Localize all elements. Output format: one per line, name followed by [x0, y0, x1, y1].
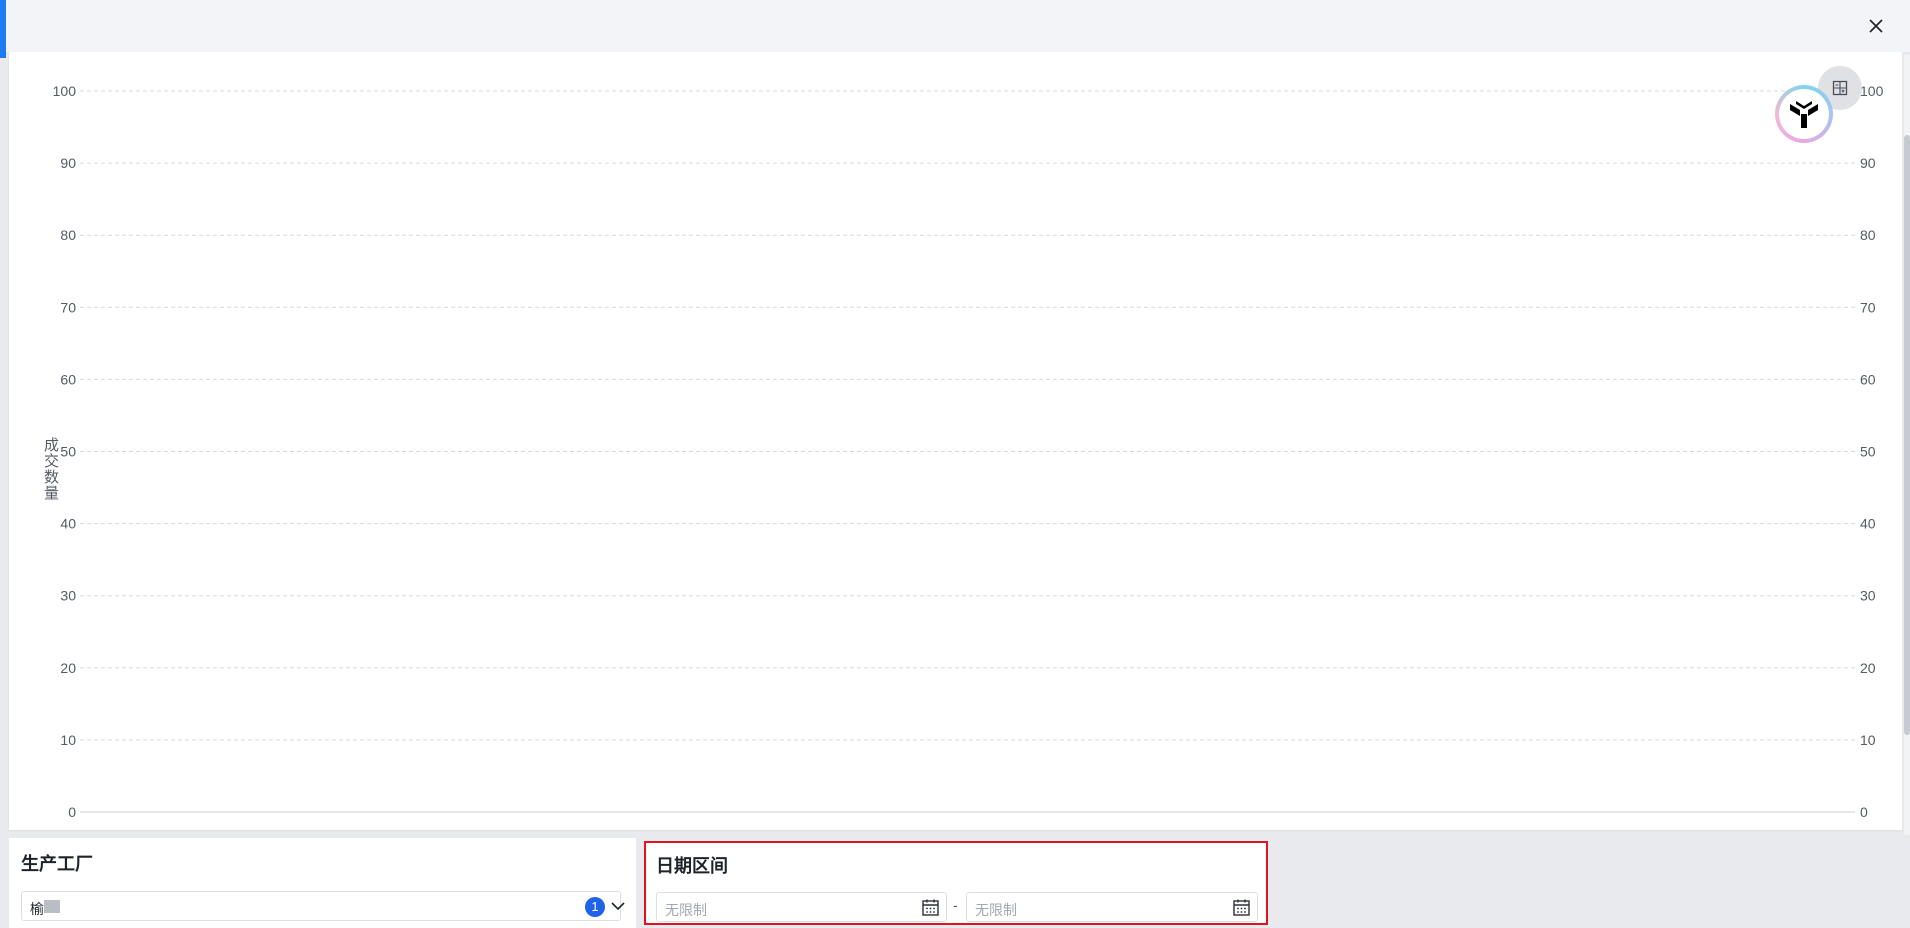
factory-filter: 生产工厂 榆 1 [9, 838, 636, 928]
assistant-button[interactable] [1775, 85, 1833, 143]
chart: 0 0 10 10 20 20 30 30 40 40 50 50 60 60 70 70 80 80 90 90 10… [53, 83, 1884, 820]
y2-tick-label: 30 [1860, 588, 1876, 604]
end-date-placeholder: 无限制 [975, 902, 1017, 918]
y-axis-label: 成交数量 [42, 437, 59, 501]
calendar-icon[interactable] [1232, 898, 1251, 917]
factory-filter-title: 生产工厂 [21, 854, 93, 874]
start-date-input[interactable]: 无限制 [656, 892, 947, 922]
scrollbar-thumb[interactable] [1904, 135, 1910, 735]
y2-tick-label: 60 [1860, 371, 1876, 387]
y-tick-label: 90 [60, 155, 76, 171]
page-scrollbar[interactable] [1904, 55, 1910, 835]
y-tick-label: 0 [68, 804, 76, 820]
close-icon [1869, 19, 1883, 33]
chart-panel: 0 0 10 10 20 20 30 30 40 40 50 50 60 60 70 70 80 80 90 90 10… [9, 52, 1902, 830]
y2-tick-label: 10 [1860, 732, 1876, 748]
y2-tick-label: 20 [1860, 660, 1876, 676]
chevron-down-icon[interactable] [610, 898, 626, 914]
y-tick-label: 50 [60, 444, 76, 460]
factory-select[interactable]: 榆 1 [21, 891, 625, 921]
y-tick-label: 60 [60, 371, 76, 387]
y2-tick-label: 100 [1860, 83, 1884, 99]
close-button[interactable] [1864, 14, 1888, 38]
y-tick-label: 10 [60, 732, 76, 748]
accent-bar [0, 0, 6, 58]
y-tick-label: 100 [53, 83, 77, 99]
y2-tick-label: 0 [1860, 804, 1868, 820]
calendar-icon[interactable] [921, 898, 940, 917]
selection-count-badge: 1 [585, 897, 605, 917]
y2-tick-label: 70 [1860, 299, 1876, 315]
dialog-header [0, 0, 1910, 53]
y-tick-label: 40 [60, 516, 76, 532]
table-view-icon [1832, 80, 1848, 96]
y-tick-label: 30 [60, 588, 76, 604]
assistant-logo-icon [1779, 89, 1829, 139]
y2-tick-label: 50 [1860, 444, 1876, 460]
start-date-placeholder: 无限制 [665, 902, 707, 918]
y2-tick-label: 80 [1860, 227, 1876, 243]
end-date-input[interactable]: 无限制 [966, 892, 1258, 922]
factory-select-value: 榆 [30, 901, 44, 917]
date-range-separator: - [953, 897, 958, 913]
y-tick-label: 80 [60, 227, 76, 243]
date-range-title: 日期区间 [656, 856, 728, 876]
y2-tick-label: 90 [1860, 155, 1876, 171]
y-tick-label: 70 [60, 299, 76, 315]
date-range-filter: 日期区间 无限制 - 无限制 [644, 841, 1268, 925]
y2-tick-label: 40 [1860, 516, 1876, 532]
redacted-text-block [44, 900, 60, 913]
y-tick-label: 20 [60, 660, 76, 676]
